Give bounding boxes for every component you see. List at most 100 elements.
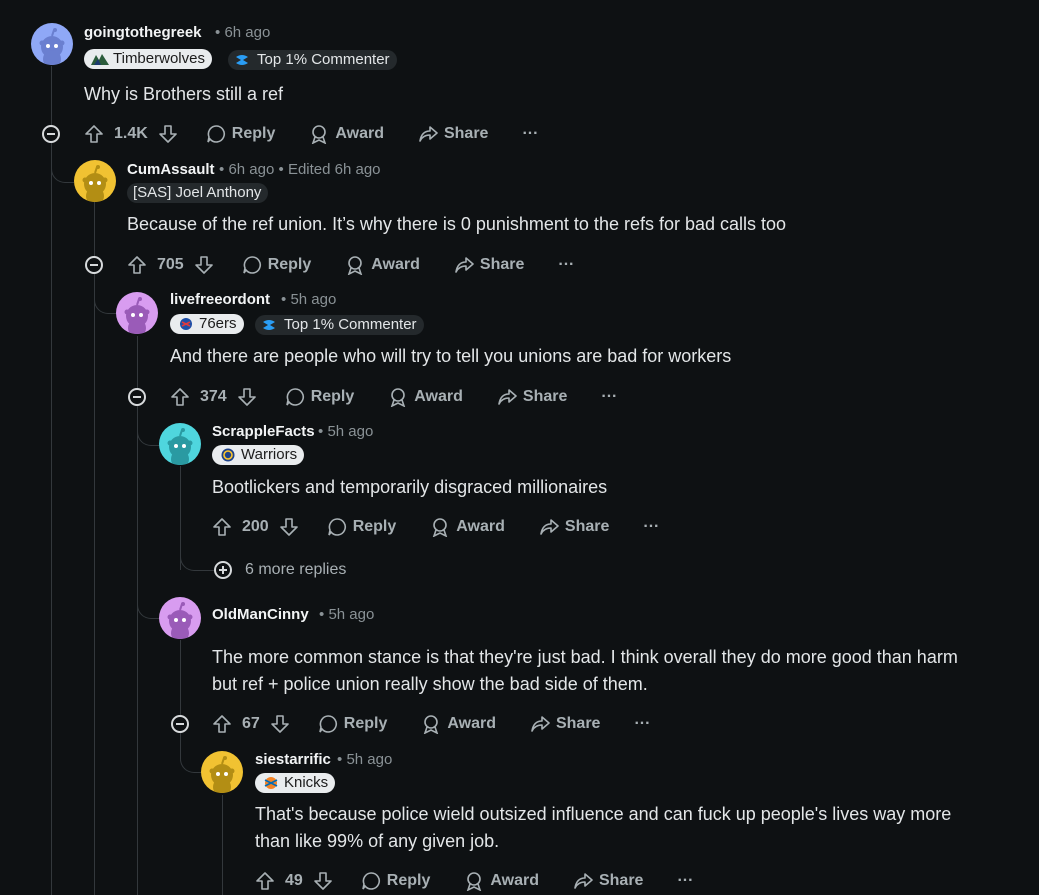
share-button[interactable]: Share xyxy=(530,714,600,734)
upvote-icon[interactable] xyxy=(84,124,104,144)
snoo-avatar-icon xyxy=(39,28,65,65)
reply-button[interactable]: Reply xyxy=(318,714,388,734)
share-icon xyxy=(540,519,559,535)
snoo-avatar-icon xyxy=(82,165,108,202)
share-button[interactable]: Share xyxy=(539,517,609,537)
share-label: Share xyxy=(564,518,610,535)
thread-line[interactable] xyxy=(51,66,52,895)
username[interactable]: OldManCinny xyxy=(212,606,309,623)
comment-body: That's because police wield outsized inf… xyxy=(255,804,952,851)
timestamp: • 6h ago xyxy=(215,24,270,41)
username[interactable]: livefreeordont xyxy=(170,291,270,308)
reply-button[interactable]: Reply xyxy=(242,255,311,275)
separator: • xyxy=(219,161,225,178)
user-flair: 76ers xyxy=(170,314,244,334)
snoo-avatar-icon xyxy=(167,602,193,639)
share-icon xyxy=(531,716,550,732)
username[interactable]: CumAssault xyxy=(127,161,215,178)
upvote-icon[interactable] xyxy=(255,871,275,891)
76ers-logo-icon xyxy=(176,317,194,331)
more-options-button[interactable]: ··· xyxy=(677,872,693,890)
downvote-icon[interactable] xyxy=(158,124,178,144)
separator: • xyxy=(281,291,287,308)
time-text: 5h ago xyxy=(328,606,375,623)
reply-button[interactable]: Reply xyxy=(361,871,431,891)
downvote-icon[interactable] xyxy=(194,255,214,275)
timestamp: • 6h ago • Edited 6h ago xyxy=(219,161,381,178)
more-replies-link[interactable]: 6 more replies xyxy=(245,561,346,579)
share-button[interactable]: Share xyxy=(497,387,567,407)
share-button[interactable]: Share xyxy=(418,124,488,144)
timberwolves-logo-icon xyxy=(90,52,109,66)
username[interactable]: ScrappleFacts xyxy=(212,423,315,440)
thread-line[interactable] xyxy=(180,640,181,715)
time-text: 5h ago xyxy=(327,423,374,440)
upvote-icon[interactable] xyxy=(127,255,147,275)
more-options-button[interactable]: ··· xyxy=(522,125,538,143)
avatar[interactable] xyxy=(201,751,243,793)
share-button[interactable]: Share xyxy=(454,255,524,275)
collapse-thread-button[interactable] xyxy=(128,388,146,406)
award-icon xyxy=(348,256,363,275)
comment-actions: 67 Reply Award Share ··· xyxy=(212,712,650,736)
reply-icon xyxy=(207,125,225,143)
upvote-icon[interactable] xyxy=(170,387,190,407)
reply-label: Reply xyxy=(231,125,276,142)
vote-group: 1.4K xyxy=(84,124,178,144)
downvote-icon[interactable] xyxy=(313,871,333,891)
award-button[interactable]: Award xyxy=(388,387,463,407)
more-options-button[interactable]: ··· xyxy=(643,518,659,536)
username[interactable]: siestarrific xyxy=(255,751,331,768)
username[interactable]: goingtothegreek xyxy=(84,24,202,41)
reply-label: Reply xyxy=(386,872,431,889)
top-commenter-icon xyxy=(234,53,252,67)
collapse-thread-button[interactable] xyxy=(171,715,189,733)
more-options-button[interactable]: ··· xyxy=(634,715,650,733)
vote-group: 200 xyxy=(212,517,299,537)
reply-button[interactable]: Reply xyxy=(285,387,354,407)
share-button[interactable]: Share xyxy=(573,871,643,891)
vote-group: 49 xyxy=(255,871,333,891)
award-button[interactable]: Award xyxy=(309,124,384,144)
comment-actions: 49 Reply Award Share ··· xyxy=(255,869,693,893)
more-options-button[interactable]: ··· xyxy=(558,256,574,274)
timestamp: • 5h ago xyxy=(281,291,336,308)
comment-actions: 200 Reply Award Share ··· xyxy=(212,515,659,539)
collapse-thread-button[interactable] xyxy=(85,256,103,274)
user-flair: Timberwolves xyxy=(84,49,212,69)
avatar[interactable] xyxy=(159,423,201,465)
avatar[interactable] xyxy=(116,292,158,334)
award-button[interactable]: Award xyxy=(430,517,505,537)
reply-button[interactable]: Reply xyxy=(327,517,396,537)
user-flair: [SAS] Joel Anthony xyxy=(127,183,269,203)
downvote-icon[interactable] xyxy=(237,387,257,407)
avatar[interactable] xyxy=(31,23,73,65)
share-icon xyxy=(455,257,474,273)
collapse-thread-button[interactable] xyxy=(42,125,60,143)
downvote-icon[interactable] xyxy=(279,517,299,537)
reply-label: Reply xyxy=(343,715,388,732)
thread-line[interactable] xyxy=(222,795,223,895)
avatar[interactable] xyxy=(159,597,201,639)
downvote-icon[interactable] xyxy=(270,714,290,734)
more-options-button[interactable]: ··· xyxy=(601,388,617,406)
thread-connector xyxy=(94,273,117,314)
upvote-icon[interactable] xyxy=(212,517,232,537)
award-button[interactable]: Award xyxy=(421,714,496,734)
more-options-icon: ··· xyxy=(634,715,651,732)
award-button[interactable]: Award xyxy=(464,871,539,891)
award-icon xyxy=(424,715,439,734)
award-icon xyxy=(433,518,448,537)
award-button[interactable]: Award xyxy=(345,255,420,275)
top-commenter-badge: Top 1% Commenter xyxy=(228,50,397,70)
top-commenter-badge: Top 1% Commenter xyxy=(255,315,424,335)
upvote-icon[interactable] xyxy=(212,714,232,734)
comment-actions: 374 Reply Award Share ··· xyxy=(170,385,617,409)
expand-replies-icon[interactable] xyxy=(214,561,232,579)
vote-score: 374 xyxy=(200,388,227,405)
reply-button[interactable]: Reply xyxy=(206,124,276,144)
thread-connector xyxy=(180,732,203,773)
avatar[interactable] xyxy=(74,160,116,202)
award-icon xyxy=(467,872,482,891)
timestamp: • 5h ago xyxy=(337,751,392,768)
